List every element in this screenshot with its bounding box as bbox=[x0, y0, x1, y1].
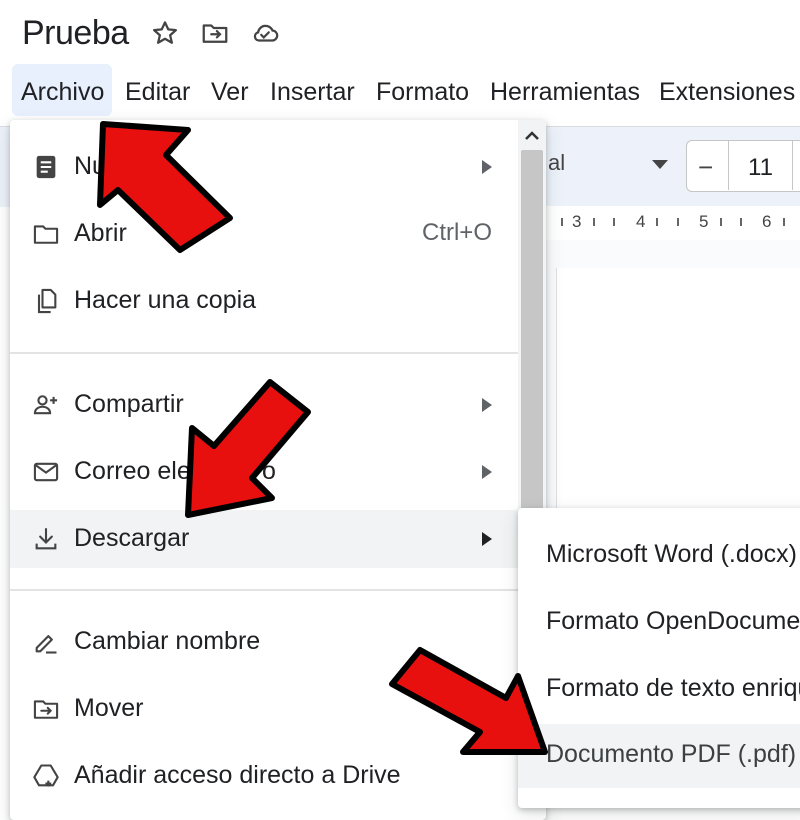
scroll-thumb[interactable] bbox=[521, 150, 543, 550]
move-to-folder-icon[interactable] bbox=[200, 18, 230, 48]
menu-item-label: Descargar bbox=[74, 524, 190, 552]
menu-item-label: Mover bbox=[74, 694, 144, 722]
menu-insertar[interactable]: Insertar bbox=[270, 74, 355, 110]
mail-icon bbox=[32, 458, 60, 486]
submenu-item-pdf[interactable]: Documento PDF (.pdf) bbox=[518, 724, 800, 788]
menu-herramientas[interactable]: Herramientas bbox=[490, 74, 640, 110]
menu-archivo[interactable]: Archivo bbox=[21, 74, 104, 110]
menu-item-label: Añadir acceso directo a Drive bbox=[74, 761, 401, 789]
menu-separator bbox=[10, 589, 518, 591]
menu-item-label: Abrir bbox=[74, 219, 127, 247]
menu-item-cambiar-nombre[interactable]: Cambiar nombre bbox=[10, 613, 518, 671]
ruler-tick bbox=[561, 218, 563, 226]
ruler-tick bbox=[677, 218, 679, 226]
ruler-tick bbox=[656, 218, 658, 226]
menu-formato[interactable]: Formato bbox=[376, 74, 469, 110]
font-dropdown-caret-icon[interactable] bbox=[652, 160, 668, 169]
menu-separator bbox=[10, 352, 518, 354]
folder-icon bbox=[32, 220, 60, 248]
menu-item-acceso-directo-drive[interactable]: Añadir acceso directo a Drive bbox=[10, 747, 518, 805]
font-size-input[interactable]: 11 bbox=[748, 154, 773, 182]
document-icon bbox=[32, 153, 60, 181]
menu-item-nuevo[interactable]: Nu bbox=[10, 138, 518, 196]
submenu-item-label: Microsoft Word (.docx) bbox=[546, 540, 797, 568]
download-icon bbox=[32, 525, 60, 553]
ruler-number: 6 bbox=[762, 212, 772, 231]
submenu-item-odt[interactable]: Formato OpenDocumen bbox=[518, 591, 800, 655]
ruler-tick bbox=[783, 218, 785, 226]
menu-item-descargar[interactable]: Descargar bbox=[10, 510, 518, 568]
submenu-item-label: Documento PDF (.pdf) bbox=[546, 740, 797, 768]
menu-item-label: Hacer una copia bbox=[74, 286, 257, 314]
submenu-item-docx[interactable]: Microsoft Word (.docx) bbox=[518, 524, 800, 588]
menu-item-label-tail: o bbox=[262, 457, 276, 485]
add-person-icon bbox=[32, 391, 60, 419]
menu-item-label: Correo ele bbox=[74, 457, 191, 485]
ruler-number: 5 bbox=[699, 212, 709, 231]
menu-item-label: Cambiar nombre bbox=[74, 627, 261, 655]
ruler-tick bbox=[613, 218, 615, 226]
menu-extensiones[interactable]: Extensiones bbox=[659, 74, 795, 110]
drive-shortcut-icon bbox=[32, 762, 60, 790]
copy-icon bbox=[32, 287, 60, 315]
menu-item-label: Compartir bbox=[74, 390, 184, 418]
menu-item-compartir[interactable]: Compartir bbox=[10, 376, 518, 434]
menu-editar[interactable]: Editar bbox=[125, 74, 190, 110]
ruler-number: 4 bbox=[636, 212, 646, 231]
submenu-item-label: Formato de texto enriqu bbox=[546, 674, 800, 702]
menu-item-label: Nu bbox=[74, 152, 106, 180]
submenu-arrow-icon bbox=[482, 465, 492, 479]
scroll-up-icon[interactable] bbox=[522, 126, 542, 146]
submenu-arrow-icon bbox=[482, 532, 492, 546]
rename-icon bbox=[32, 628, 60, 656]
ruler-number: 3 bbox=[572, 212, 582, 231]
menu-item-mover[interactable]: Mover bbox=[10, 680, 518, 738]
star-icon[interactable] bbox=[150, 18, 180, 48]
decrease-font-size-button[interactable]: − bbox=[698, 152, 713, 183]
document-title[interactable]: Prueba bbox=[22, 14, 129, 53]
menu-item-hacer-copia[interactable]: Hacer una copia bbox=[10, 272, 518, 330]
submenu-item-rtf[interactable]: Formato de texto enriqu bbox=[518, 658, 800, 722]
menu-ver[interactable]: Ver bbox=[211, 74, 249, 110]
ruler-tick bbox=[720, 218, 722, 226]
menu-item-correo-electronico[interactable]: Correo ele o bbox=[10, 443, 518, 501]
submenu-arrow-icon bbox=[482, 160, 492, 174]
menu-item-shortcut: Ctrl+O bbox=[421, 219, 492, 246]
ruler-tick bbox=[740, 218, 742, 226]
ruler-tick bbox=[593, 218, 595, 226]
move-icon bbox=[32, 695, 60, 723]
font-family-select[interactable]: al bbox=[548, 150, 565, 176]
menu-item-abrir[interactable]: Abrir Ctrl+O bbox=[10, 205, 518, 263]
font-size-divider-right bbox=[792, 141, 793, 190]
cloud-saved-icon[interactable] bbox=[250, 18, 280, 48]
font-size-divider bbox=[728, 141, 729, 190]
submenu-arrow-icon bbox=[482, 398, 492, 412]
submenu-item-label: Formato OpenDocumen bbox=[546, 607, 800, 635]
